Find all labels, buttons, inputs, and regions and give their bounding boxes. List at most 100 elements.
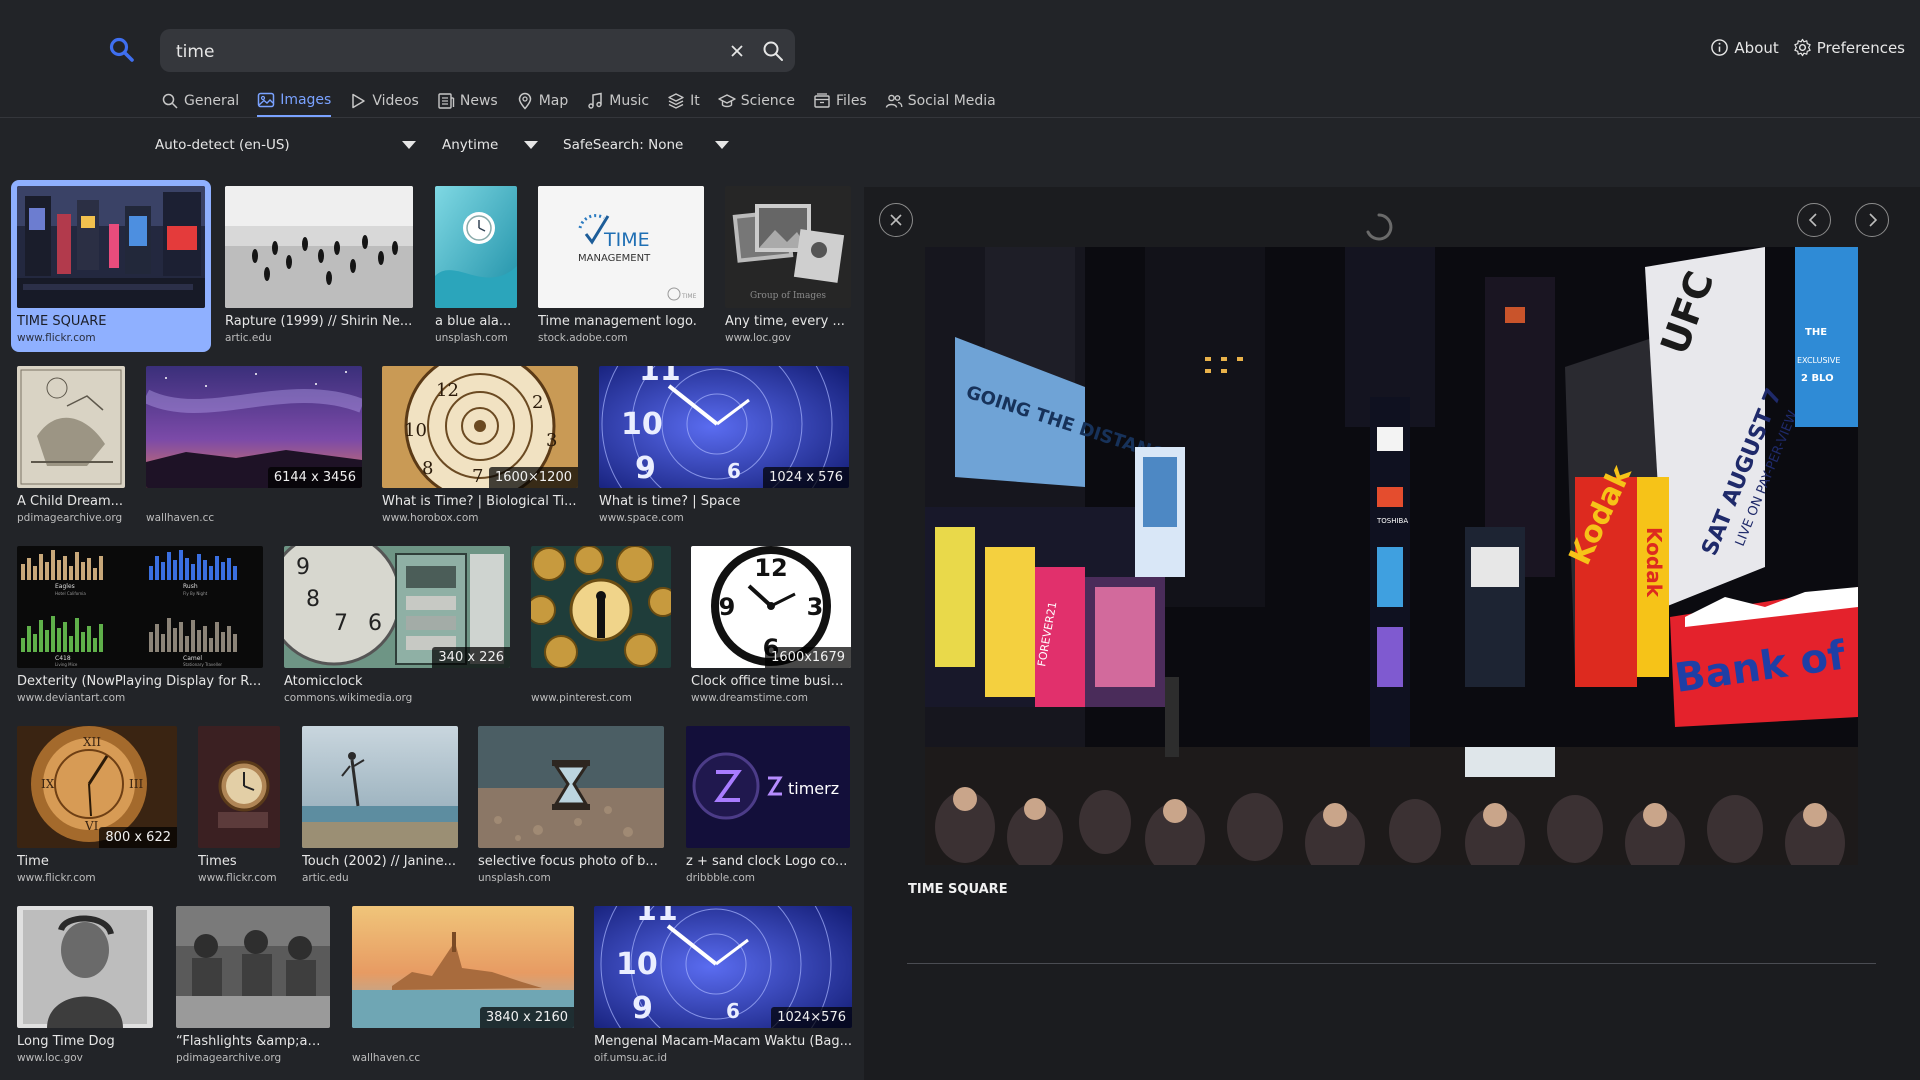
resolution-badge: 1024×576 [771,1007,852,1028]
svg-text:9: 9 [719,593,736,621]
image-result[interactable]: 6144 x 3456 wallhaven.cc [140,360,365,532]
detail-divider [907,963,1876,964]
image-result[interactable]: XII III VI IX 800 x 622 Time www.flickr.com [11,720,181,892]
image-result[interactable]: Long Time Dog www.loc.gov [11,900,157,1072]
previous-image-button[interactable] [1797,203,1831,237]
about-link[interactable]: About [1710,38,1779,57]
search-bar [160,29,795,74]
result-title: Touch (2002) // Janine... [302,854,456,869]
tab-science[interactable]: Science [718,91,795,117]
detail-image[interactable]: GOING THE DISTANCE FOREVER21 TOSHIBA UFC… [925,247,1858,865]
np-title-4: Camel [183,655,202,662]
result-title: Dexterity (NowPlaying Display for R... [17,674,262,689]
image-result[interactable]: Group of Images Any time, every ... www.… [719,180,854,352]
svg-text:7: 7 [334,611,348,636]
image-result[interactable]: 10 11 9 6 1024×576 Mengenal Macam-Macam Wa… [588,900,856,1072]
chevron-right-icon [1869,213,1878,227]
np-artist-4: Stationary Traveller [183,662,222,667]
tab-label: Videos [372,93,419,109]
resolution-badge: 1024 x 576 [763,467,849,488]
time-range-select[interactable]: Anytime [442,133,540,157]
image-result[interactable]: 3840 x 2160 wallhaven.cc [346,900,578,1072]
sign-toshiba: TOSHIBA [1376,517,1408,525]
svg-text:9: 9 [296,555,310,580]
image-result[interactable]: 12 2 3 10 8 7 1600×1200 What is Time? | Biol… [376,360,581,532]
tab-it[interactable]: It [667,91,700,117]
result-thumbnail: 3840 x 2160 [352,906,574,1028]
preferences-label: Preferences [1816,38,1905,57]
resolution-badge: 340 x 226 [432,647,510,668]
result-thumbnail [225,186,413,308]
image-result[interactable]: Touch (2002) // Janine... artic.edu [296,720,460,892]
tab-images[interactable]: Images [257,91,332,117]
result-thumbnail: 9 876 340 x 226 [284,546,510,668]
result-title: Atomicclock [284,674,363,689]
search-input[interactable] [174,29,718,74]
image-result[interactable]: timerz z + sand clock Logo co... dribbbl… [680,720,854,892]
svg-text:12: 12 [436,380,459,401]
image-result[interactable]: a blue ala... unsplash.com [429,180,524,352]
result-url: unsplash.com [435,332,508,344]
image-result[interactable]: 12369 1600x1679 Clock office time busin.… [685,540,855,712]
preferences-link[interactable]: Preferences [1793,38,1905,57]
music-note-icon [588,92,602,109]
image-result[interactable]: selective focus photo of b... unsplash.c… [472,720,666,892]
close-detail-button[interactable] [879,203,913,237]
resolution-badge: 1600x1679 [765,647,851,668]
result-thumbnail [302,726,458,848]
image-result[interactable]: www.pinterest.com [525,540,673,712]
gear-icon [1794,38,1811,57]
layers-icon [668,93,684,109]
image-result[interactable]: 9 876 340 x 226 Atomicclock commons.wikim… [278,540,514,712]
time-range-value: Anytime [442,137,499,153]
language-select[interactable]: Auto-detect (en-US) [155,133,417,157]
image-result[interactable]: “Flashlights &amp;amp; ch... pdimagearch… [170,900,334,1072]
tab-label: Science [740,93,795,109]
image-result[interactable]: TIME MANAGEMENT TIME Time management log… [532,180,707,352]
svg-text:11: 11 [636,906,678,928]
search-icon[interactable] [762,40,784,62]
loading-spinner-icon [1366,213,1393,241]
result-title: selective focus photo of b... [478,854,658,869]
svg-text:10: 10 [621,407,663,442]
files-icon [814,93,830,108]
image-icon [257,92,275,108]
tab-news[interactable]: News [437,91,498,117]
tab-label: Social Media [907,93,996,109]
result-title: Rapture (1999) // Shirin Ne... [225,314,413,329]
tab-label: Files [836,93,867,109]
tab-social-media[interactable]: Social Media [885,91,996,117]
tab-map[interactable]: Map [516,91,568,117]
result-url: www.loc.gov [725,332,791,344]
tab-label: Images [280,92,332,108]
result-url: www.space.com [599,512,684,524]
image-result[interactable]: Times www.flickr.com [192,720,282,892]
image-result[interactable]: Rapture (1999) // Shirin Ne... artic.edu [219,180,419,352]
tab-files[interactable]: Files [813,91,867,117]
safesearch-select[interactable]: SafeSearch: None [563,133,731,157]
search-logo-icon[interactable] [108,36,136,64]
tab-general[interactable]: General [161,91,239,117]
svg-text:III: III [129,777,143,791]
map-pin-icon [518,92,531,110]
image-result[interactable]: Eagles Hotel California Rush Fly By Nigh… [11,540,269,712]
tab-label: It [690,93,700,109]
next-image-button[interactable] [1855,203,1889,237]
play-icon [352,93,366,109]
result-url: www.deviantart.com [17,692,126,704]
clear-icon[interactable] [727,41,747,61]
result-title: TIME SQUARE [17,314,107,329]
tab-videos[interactable]: Videos [349,91,419,117]
image-result[interactable]: 10 11 9 6 1024 x 576 What is time? | Space… [593,360,853,532]
np-artist-2: Fly By Night [183,591,208,596]
result-thumbnail: TIME MANAGEMENT TIME [538,186,704,308]
result-title: A Child Dream... [17,494,124,509]
result-title: Time [17,854,49,869]
svg-text:8: 8 [422,458,433,479]
tab-music[interactable]: Music [586,91,649,117]
image-result[interactable]: A Child Dream... pdimagearchive.org [11,360,131,532]
result-url: www.loc.gov [17,1052,83,1064]
time-logo-sub: MANAGEMENT [578,253,651,264]
image-result[interactable]: TIME SQUARE www.flickr.com [11,180,211,352]
result-thumbnail: 6144 x 3456 [146,366,362,488]
